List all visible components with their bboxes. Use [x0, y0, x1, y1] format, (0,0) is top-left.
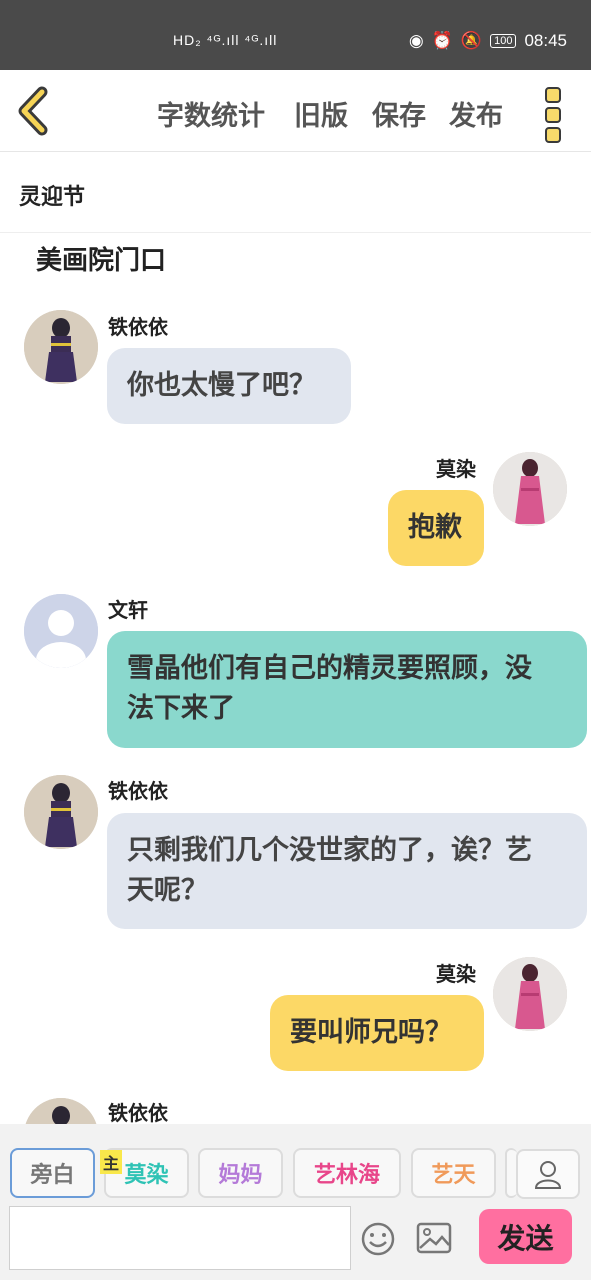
- message-bubble[interactable]: 抱歉: [388, 490, 484, 566]
- chapter-title: 灵迎节: [19, 185, 86, 210]
- message-line: 只剩我们几个没世家的了，诶？艺: [127, 835, 532, 866]
- editor-toolbar: 字数统计 旧版 保存 发布: [0, 70, 591, 152]
- mute-icon: 🔕: [460, 31, 483, 50]
- message-bubble[interactable]: 只剩我们几个没世家的了，诶？艺 天呢？: [107, 813, 587, 929]
- emoji-button[interactable]: [360, 1221, 396, 1257]
- save-button[interactable]: 保存: [372, 94, 426, 133]
- avatar[interactable]: [24, 594, 98, 668]
- image-icon: [416, 1222, 452, 1254]
- old-version-button[interactable]: 旧版: [294, 94, 348, 133]
- send-button[interactable]: 发送: [479, 1209, 572, 1264]
- back-button[interactable]: [14, 86, 54, 136]
- message-line: 雪晶他们有自己的精灵要照顾，没: [127, 653, 532, 684]
- main-character-tag: 主: [100, 1150, 123, 1174]
- character-portrait-icon: [493, 957, 567, 1031]
- publish-button[interactable]: 发布: [449, 94, 503, 133]
- clock: 08:45: [524, 31, 567, 50]
- character-chip-2[interactable]: 妈妈: [198, 1148, 283, 1198]
- speaker-name: 莫染: [436, 457, 476, 481]
- eye-icon: ◉: [408, 31, 424, 50]
- character-chip-4[interactable]: 艺天: [411, 1148, 496, 1198]
- message-line: 法下来了: [127, 693, 235, 724]
- avatar[interactable]: [493, 452, 567, 526]
- character-chip-narration[interactable]: 旁白: [10, 1148, 95, 1198]
- status-bar: HD₂ ⁴ᴳ.ıll ⁴ᴳ.ıll ◉ ⏰ 🔕 100 08:45: [0, 0, 591, 70]
- character-chip-label: 莫染: [124, 1163, 169, 1188]
- battery-indicator: 100: [490, 34, 517, 48]
- word-count-button[interactable]: 字数统计: [157, 94, 265, 133]
- chapter-header[interactable]: 灵迎节: [0, 152, 591, 233]
- default-user-icon: [24, 594, 98, 668]
- character-chip-3[interactable]: 艺林海: [293, 1148, 401, 1198]
- speaker-name: 铁依依: [108, 779, 168, 803]
- scene-title[interactable]: 美画院门口: [36, 240, 166, 277]
- alarm-icon: ⏰: [431, 31, 453, 50]
- speaker-name: 铁依依: [108, 315, 168, 339]
- more-dot-icon: [545, 107, 561, 123]
- speaker-name: 铁依依: [108, 1101, 168, 1125]
- network-indicators: HD₂ ⁴ᴳ.ıll ⁴ᴳ.ıll: [173, 32, 278, 48]
- avatar[interactable]: [24, 775, 98, 849]
- image-button[interactable]: [416, 1222, 452, 1254]
- character-portrait-icon: [493, 452, 567, 526]
- message-input[interactable]: [9, 1206, 351, 1270]
- avatar[interactable]: [493, 957, 567, 1031]
- character-portrait-icon: [24, 310, 98, 384]
- more-menu-button[interactable]: [538, 84, 568, 143]
- message-bubble[interactable]: 雪晶他们有自己的精灵要照顾，没 法下来了: [107, 631, 587, 748]
- user-icon: [534, 1161, 562, 1189]
- chevron-left-icon: [18, 86, 48, 136]
- message-bubble[interactable]: 你也太慢了吧？: [107, 348, 351, 424]
- more-dot-icon: [545, 127, 561, 143]
- speaker-name: 文轩: [108, 598, 148, 622]
- avatar[interactable]: [24, 310, 98, 384]
- speaker-name: 莫染: [436, 962, 476, 986]
- character-portrait-icon: [24, 775, 98, 849]
- message-bubble[interactable]: 要叫师兄吗？: [270, 995, 484, 1071]
- status-right: ◉ ⏰ 🔕 100 08:45: [409, 31, 567, 51]
- smiley-icon: [361, 1222, 395, 1256]
- more-dot-icon: [545, 87, 561, 103]
- message-line: 天呢？: [127, 875, 208, 906]
- add-character-button[interactable]: [516, 1149, 580, 1199]
